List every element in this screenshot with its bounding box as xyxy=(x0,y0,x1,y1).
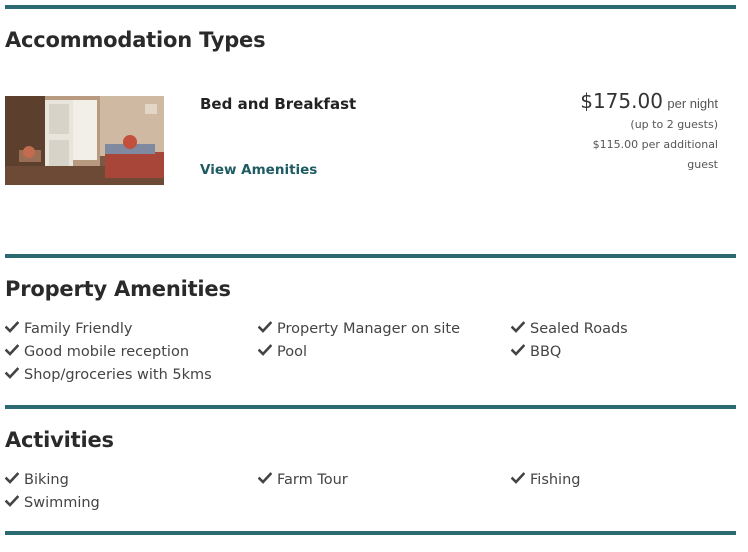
check-icon xyxy=(258,472,272,484)
extra-guest-price: $115.00 per additional xyxy=(592,138,718,151)
activity-item: Farm Tour xyxy=(258,471,348,488)
section-heading-accommodation: Accommodation Types xyxy=(5,28,266,52)
amenity-item: Good mobile reception xyxy=(5,343,189,360)
activity-item: Biking xyxy=(5,471,69,488)
amenity-item: Shop/groceries with 5kms xyxy=(5,366,212,383)
check-icon xyxy=(511,472,525,484)
view-amenities-link[interactable]: View Amenities xyxy=(200,162,317,178)
amenity-item: BBQ xyxy=(511,343,561,360)
amenity-item: Property Manager on site xyxy=(258,320,460,337)
check-icon xyxy=(5,344,19,356)
check-icon xyxy=(5,321,19,333)
price-block: $175.00 per night (up to 2 guests) $115.… xyxy=(518,89,718,175)
check-icon xyxy=(511,321,525,333)
amenity-item: Family Friendly xyxy=(5,320,132,337)
check-icon xyxy=(5,495,19,507)
room-photo[interactable] xyxy=(5,96,164,185)
amenity-item: Pool xyxy=(258,343,307,360)
check-icon xyxy=(5,472,19,484)
guest-limit: (up to 2 guests) xyxy=(630,118,718,131)
activity-item: Swimming xyxy=(5,494,100,511)
extra-guest-price-cont: guest xyxy=(687,158,718,171)
activity-item: Fishing xyxy=(511,471,580,488)
section-divider xyxy=(5,531,736,535)
check-icon xyxy=(258,344,272,356)
section-divider xyxy=(5,5,736,9)
section-heading-activities: Activities xyxy=(5,428,114,452)
check-icon xyxy=(258,321,272,333)
check-icon xyxy=(5,367,19,379)
price-unit: per night xyxy=(667,96,718,111)
accommodation-name: Bed and Breakfast xyxy=(200,95,357,113)
price-value: $175.00 xyxy=(580,89,663,113)
section-divider xyxy=(5,405,736,409)
section-divider xyxy=(5,254,736,258)
check-icon xyxy=(511,344,525,356)
section-heading-amenities: Property Amenities xyxy=(5,277,231,301)
amenity-item: Sealed Roads xyxy=(511,320,628,337)
